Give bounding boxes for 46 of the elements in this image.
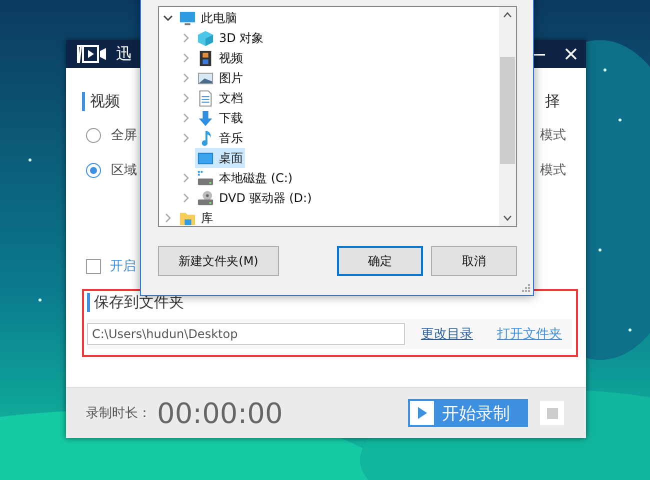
option-label: 区域 <box>111 162 137 179</box>
film-icon <box>197 50 214 66</box>
option-label: 模式 <box>540 127 566 144</box>
folder-tree-item[interactable]: 音乐 <box>195 128 245 148</box>
radio-button[interactable] <box>86 128 101 142</box>
folder-tree-item[interactable]: DVD 驱动器 (D:) <box>195 188 314 208</box>
dialog-button[interactable]: 取消 <box>431 246 517 276</box>
path-field[interactable]: C:\Users\hudun\Desktop <box>87 323 405 345</box>
dialog-button[interactable]: 确定 <box>337 246 423 276</box>
option-label: 全屏 <box>111 127 137 144</box>
document-icon <box>197 90 214 106</box>
disc-drive-icon <box>197 190 214 206</box>
checkbox-label: 开启 <box>110 258 136 275</box>
folder-tree-item[interactable]: 桌面 <box>195 148 245 168</box>
video-camera-icon <box>76 45 108 63</box>
duration-label: 录制时长： <box>86 405 151 422</box>
scroll-up-icon[interactable] <box>503 12 512 18</box>
monitor-icon <box>179 10 196 26</box>
play-icon <box>417 407 427 419</box>
stop-button[interactable] <box>540 401 564 425</box>
close-icon[interactable] <box>564 47 578 61</box>
link[interactable]: 更改目录 <box>421 325 473 343</box>
option-label: 模式 <box>540 162 566 179</box>
window-title: 迅 <box>116 44 132 64</box>
folder-tree-item[interactable]: 文档 <box>195 88 245 108</box>
folder-tree-item[interactable]: 库 <box>177 208 215 226</box>
scrollbar-thumb[interactable] <box>500 57 515 164</box>
resize-grip-icon[interactable] <box>522 284 530 292</box>
checkbox[interactable] <box>86 258 101 274</box>
folder-tree-item[interactable]: 图片 <box>195 68 245 88</box>
folder-tree-item[interactable]: 下载 <box>195 108 245 128</box>
section-title: 视频 <box>82 92 120 111</box>
folder-tree-item[interactable]: 3D 对象 <box>195 28 266 48</box>
scroll-down-icon[interactable] <box>503 215 512 221</box>
chevron-icon[interactable] <box>163 13 173 23</box>
down-arrow-icon <box>197 110 214 126</box>
cube-icon <box>197 30 214 46</box>
folder-tree-item[interactable]: 本地磁盘 (C:) <box>195 168 295 188</box>
radio-button[interactable] <box>86 162 101 178</box>
hard-drive-icon <box>197 170 214 186</box>
dialog-button[interactable]: 新建文件夹(M) <box>158 246 279 276</box>
folder-tree-item[interactable]: 此电脑 <box>177 8 239 28</box>
section-title: 择 <box>545 92 561 111</box>
folder-tree-item[interactable]: 视频 <box>195 48 245 68</box>
duration-timer: 00:00:00 <box>157 396 283 430</box>
scrollbar[interactable] <box>499 7 516 226</box>
